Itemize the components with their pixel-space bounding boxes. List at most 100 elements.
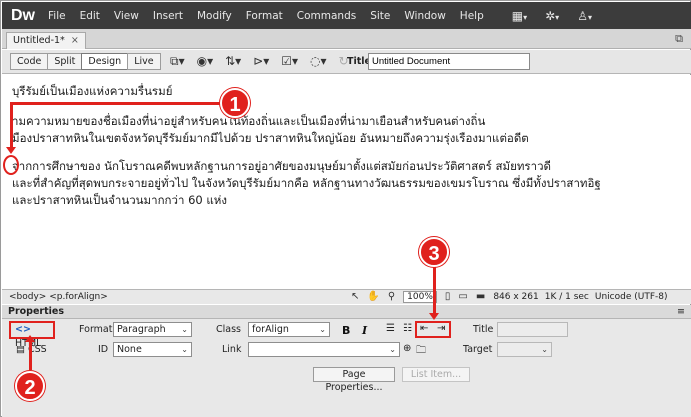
chevron-down-icon: ⌄ xyxy=(181,345,188,354)
status-tools: ↖ ✋ ⚲ 100% ▯ ▭ ▬ 846 x 261 1K / 1 sec Un… xyxy=(351,290,674,304)
class-value: forAlign xyxy=(252,324,289,335)
site-icon[interactable]: ♙▾ xyxy=(577,9,592,23)
paragraph-1-line-1: ามความหมายของชื่อเมืองที่น่าอยู่สำหรับคน… xyxy=(12,114,486,128)
design-view[interactable]: บุรีรัมย์เป็นเมืองแห่งความรื่นรมย์ ามควา… xyxy=(2,75,691,289)
check-browser-icon[interactable]: ☑▾ xyxy=(281,53,298,70)
heading-text: บุรีรัมย์เป็นเมืองแห่งความรื่นรมย์ xyxy=(12,84,173,98)
point-to-file-icon[interactable]: ⊕ xyxy=(403,343,411,354)
tab-untitled-1[interactable]: Untitled-1* × xyxy=(6,32,86,49)
ordered-list-icon[interactable]: ☷ xyxy=(403,323,412,334)
folder-icon[interactable]: 🗀 xyxy=(416,343,426,360)
document-tab-bar: Untitled-1* × ⧉ xyxy=(2,29,691,49)
chevron-down-icon: ⌄ xyxy=(541,345,548,354)
annotation-line xyxy=(10,102,13,148)
tab-label: Untitled-1* xyxy=(13,35,65,46)
layout-icon[interactable]: ▦▾ xyxy=(512,9,527,23)
document-toolbar: Code Split Design Live ⧉▾ ◉▾ ⇅▾ ⊳▾ ☑▾ ◌▾… xyxy=(2,50,691,74)
class-select[interactable]: forAlign ⌄ xyxy=(248,322,330,337)
properties-title: Properties xyxy=(8,306,64,317)
menu-commands[interactable]: Commands xyxy=(297,10,356,22)
pointer-icon[interactable]: ↖ xyxy=(351,290,359,304)
target-label: Target xyxy=(463,344,493,355)
css-icon: ▤ xyxy=(16,344,25,355)
italic-button[interactable]: I xyxy=(362,324,367,337)
w3c-validation-icon[interactable]: ⊳▾ xyxy=(253,53,269,70)
preview-browser-icon[interactable]: ◉▾ xyxy=(197,53,214,70)
app-window: Dw File Edit View Insert Modify Format C… xyxy=(0,0,691,417)
annotation-line xyxy=(433,267,436,315)
gear-icon[interactable]: ✲▾ xyxy=(545,9,559,23)
chevron-down-icon: ⌄ xyxy=(389,345,396,354)
callout-3: 3 xyxy=(419,237,449,267)
file-management-icon[interactable]: ⇅▾ xyxy=(225,53,241,70)
encoding: Unicode (UTF-8) xyxy=(594,292,668,302)
status-bar: <body> <p.forAlign> ↖ ✋ ⚲ 100% ▯ ▭ ▬ 846… xyxy=(2,289,691,304)
list-item-button: List Item... xyxy=(402,367,470,382)
zoom-select[interactable]: 100% xyxy=(403,291,437,303)
class-label: Class xyxy=(216,324,241,335)
menu-bar: Dw File Edit View Insert Modify Format C… xyxy=(2,2,691,29)
menu-edit[interactable]: Edit xyxy=(80,10,100,22)
desktop-size-icon[interactable]: ▬ xyxy=(476,290,485,304)
title-attr-input xyxy=(497,322,568,337)
format-label: Format xyxy=(79,324,113,335)
target-select: ⌄ xyxy=(497,342,552,357)
close-icon[interactable]: × xyxy=(71,35,79,46)
design-view-button[interactable]: Design xyxy=(81,53,129,70)
tag-selector[interactable]: <body> <p.forAlign> xyxy=(9,290,108,304)
toolbar-icons: ⧉▾ ◉▾ ⇅▾ ⊳▾ ☑▾ ◌▾ ↻ xyxy=(170,53,361,70)
menu-file[interactable]: File xyxy=(48,10,66,22)
code-view-button[interactable]: Code xyxy=(10,53,49,70)
page-properties-button[interactable]: Page Properties... xyxy=(313,367,395,393)
id-value: None xyxy=(117,344,142,355)
zoom-icon[interactable]: ⚲ xyxy=(388,290,395,304)
menu-help[interactable]: Help xyxy=(460,10,484,22)
paragraph-2-line-1: จากการศึกษาของ นักโบราณคดีพบหลักฐานการอย… xyxy=(12,159,551,173)
download-time: 1K / 1 sec xyxy=(544,292,589,302)
bold-button[interactable]: B xyxy=(342,324,350,337)
annotation-line xyxy=(10,102,216,105)
annotation-circle xyxy=(3,155,19,175)
annotation-arrow xyxy=(6,147,16,154)
paragraph-1-line-2: มืองปราสาทหินในเขตจังหวัดบุรีรัมย์มากมีไ… xyxy=(12,131,529,145)
document-title-input[interactable] xyxy=(368,53,530,70)
visual-aids-icon[interactable]: ◌▾ xyxy=(310,53,327,70)
link-input[interactable]: ⌄ xyxy=(248,342,400,357)
menu-site[interactable]: Site xyxy=(370,10,390,22)
hand-icon[interactable]: ✋ xyxy=(367,290,379,304)
restore-icon[interactable]: ⧉ xyxy=(675,32,683,46)
multiscreen-icon[interactable]: ⧉▾ xyxy=(170,53,185,70)
title-attr-label: Title xyxy=(473,324,494,335)
callout-2: 2 xyxy=(15,371,45,401)
id-label: ID xyxy=(98,344,109,355)
properties-panel: <> HTML ▤ CSS Format Paragraph⌄ ID None⌄… xyxy=(2,319,691,417)
format-select[interactable]: Paragraph ⌄ xyxy=(113,322,192,337)
menu-tools: ▦▾ ✲▾ ♙▾ xyxy=(503,9,601,23)
menu-insert[interactable]: Insert xyxy=(153,10,183,22)
unordered-list-icon[interactable]: ☰ xyxy=(386,323,395,334)
menu-window[interactable]: Window xyxy=(404,10,445,22)
window-dimensions[interactable]: 846 x 261 xyxy=(493,290,538,304)
split-view-button[interactable]: Split xyxy=(47,53,83,70)
format-value: Paragraph xyxy=(117,324,166,335)
menu-modify[interactable]: Modify xyxy=(197,10,232,22)
callout-1: 1 xyxy=(220,88,250,118)
paragraph-2-line-3: และปราสาทหินเป็นจำนวนมากกว่า 60 แห่ง xyxy=(12,193,227,207)
menu-view[interactable]: View xyxy=(114,10,139,22)
chevron-down-icon: ⌄ xyxy=(319,325,326,334)
link-label: Link xyxy=(222,344,242,355)
mobile-size-icon[interactable]: ▯ xyxy=(445,290,451,304)
annotation-highlight-box xyxy=(415,321,451,338)
paragraph-2-line-2: และที่สำคัญที่สุดพบกระจายอยู่ทั่วไป ในจั… xyxy=(12,176,601,190)
live-view-button[interactable]: Live xyxy=(127,53,161,70)
menu-format[interactable]: Format xyxy=(246,10,283,22)
tablet-size-icon[interactable]: ▭ xyxy=(458,290,467,304)
annotation-arrow xyxy=(429,313,439,320)
view-switcher: Code Split Design Live xyxy=(10,53,161,70)
id-select[interactable]: None ⌄ xyxy=(113,342,192,357)
chevron-down-icon: ⌄ xyxy=(181,325,188,334)
dreamweaver-logo: Dw xyxy=(11,6,35,24)
properties-header: Properties ≡ xyxy=(2,305,691,319)
panel-menu-icon[interactable]: ≡ xyxy=(677,305,685,318)
annotation-line xyxy=(29,340,32,370)
